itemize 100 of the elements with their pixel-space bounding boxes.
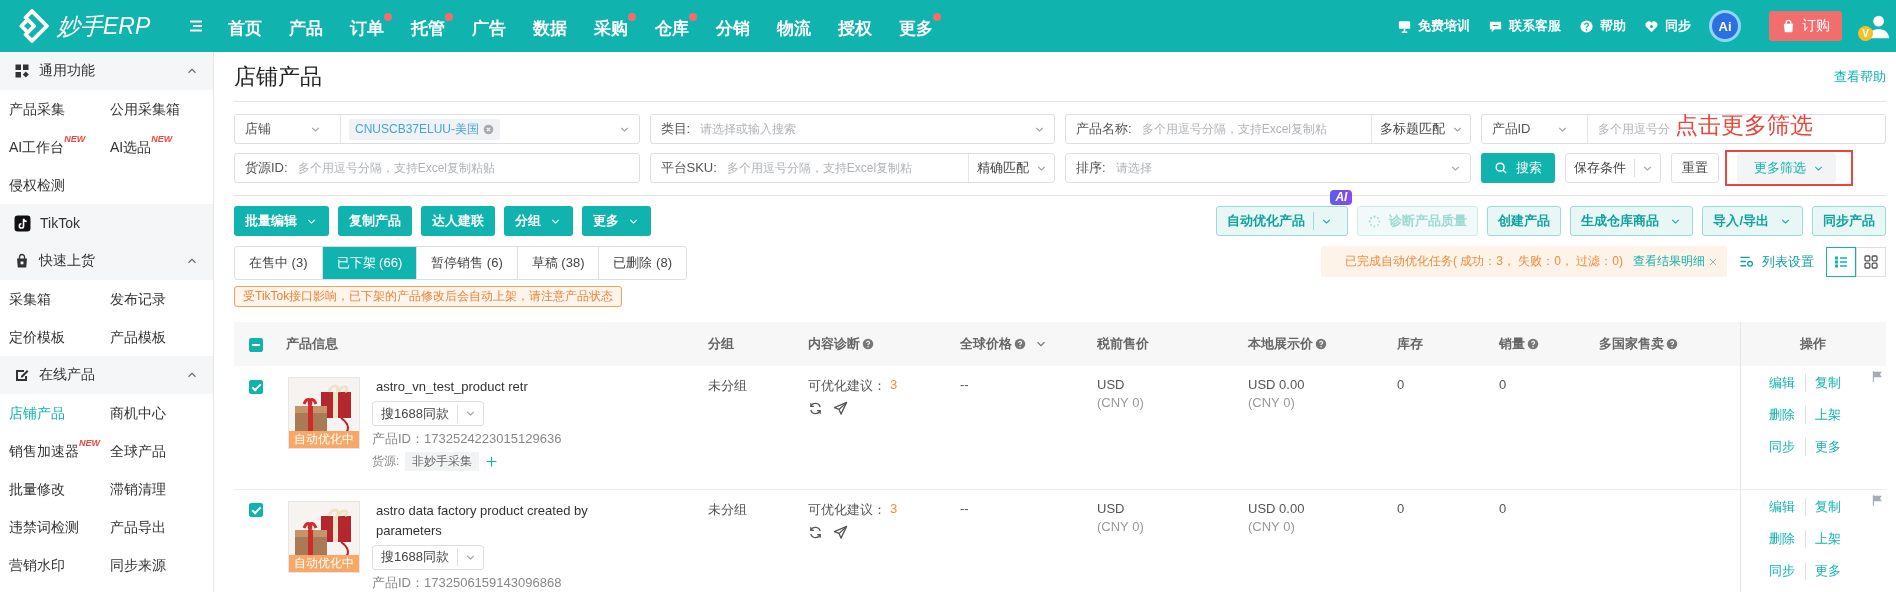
sidebar-item[interactable]: 发布记录 bbox=[110, 280, 213, 318]
nav-item[interactable]: 授权 bbox=[838, 12, 880, 40]
similar-search-button[interactable]: 搜1688同款 bbox=[372, 401, 484, 426]
filter-field[interactable]: 排序: 请选择 bbox=[1065, 153, 1471, 183]
sidebar-item[interactable]: 全球产品 bbox=[110, 432, 213, 470]
section-header[interactable]: 通用功能 bbox=[0, 52, 213, 90]
toolbar-button[interactable]: 生成仓库商品 bbox=[1570, 206, 1694, 236]
view-toggle[interactable] bbox=[1826, 246, 1856, 277]
action-link[interactable]: 删除 bbox=[1768, 406, 1795, 424]
reset-button[interactable]: 重置 bbox=[1670, 153, 1719, 183]
nav-item[interactable]: 分销 bbox=[716, 12, 758, 40]
match-select[interactable]: 精确匹配 bbox=[968, 154, 1054, 182]
match-select[interactable]: 多标题匹配 bbox=[1370, 115, 1470, 143]
toolbar-button[interactable]: 导入/导出 bbox=[1702, 206, 1803, 236]
filter-field[interactable]: 类目: 请选择或输入搜索 bbox=[649, 114, 1055, 144]
text-input[interactable]: 请选择或输入搜索 bbox=[698, 115, 1033, 143]
toolbar-link[interactable]: 免费培训 bbox=[1397, 17, 1470, 35]
field-select[interactable]: 店铺 bbox=[245, 115, 341, 143]
suggestion-count[interactable]: 3 bbox=[890, 500, 898, 519]
text-input[interactable]: 多个用逗号分隔，支持Excel复制粘 bbox=[724, 154, 968, 182]
sidebar-item[interactable]: 侵权检测 bbox=[9, 166, 110, 204]
toolbar-link[interactable]: 同步 bbox=[1644, 17, 1691, 35]
section-header[interactable]: 快速上货 bbox=[0, 242, 213, 280]
toolbar-button[interactable]: 分组 bbox=[504, 206, 573, 236]
filter-field[interactable]: 店铺 CNUSCB37ELUU-美国 bbox=[234, 114, 640, 144]
tab[interactable]: 已删除 (8) bbox=[598, 247, 686, 279]
sidebar-item[interactable]: 营销水印 bbox=[9, 546, 110, 584]
sidebar-item[interactable]: 采集箱 bbox=[9, 280, 110, 318]
nav-item[interactable]: 仓库 bbox=[655, 12, 697, 40]
nav-item[interactable]: 订单 bbox=[350, 12, 392, 40]
help-link[interactable]: 查看帮助 bbox=[1834, 67, 1886, 86]
sidebar-item[interactable]: 产品导出 bbox=[110, 508, 213, 546]
select-all-checkbox[interactable] bbox=[249, 337, 263, 352]
field-select[interactable]: 产品ID bbox=[1491, 115, 1588, 143]
nav-item[interactable]: 广告 bbox=[472, 12, 514, 40]
toolbar-button[interactable]: 创建产品 bbox=[1487, 206, 1562, 236]
save-button[interactable]: 保存条件 bbox=[1564, 153, 1661, 183]
filter-field[interactable]: 产品名称: 多个用逗号分隔，支持Excel复制粘 多标题匹配 bbox=[1065, 114, 1471, 144]
sidebar-item[interactable]: 店铺产品 bbox=[9, 394, 110, 432]
sidebar-item[interactable]: 产品模板 bbox=[110, 318, 213, 356]
toolbar-button[interactable]: 达人建联 bbox=[421, 206, 495, 236]
action-link[interactable]: 更多 bbox=[1805, 438, 1842, 456]
toolbar-button[interactable]: 同步产品 bbox=[1812, 206, 1886, 236]
sidebar-item[interactable]: 公用采集箱 bbox=[110, 90, 213, 128]
product-title[interactable]: astro_vn_test_product retr bbox=[372, 377, 528, 397]
filter-field[interactable]: 货源ID: 多个用逗号分隔，支持Excel复制粘贴 bbox=[234, 153, 640, 183]
action-link[interactable]: 删除 bbox=[1768, 529, 1795, 548]
tab[interactable]: 已下架 (66) bbox=[321, 247, 417, 279]
toolbar-link[interactable]: 联系客服 bbox=[1488, 17, 1561, 35]
sidebar-item[interactable]: 滞销清理 bbox=[110, 470, 213, 508]
sidebar-item[interactable]: 定价模板 bbox=[9, 318, 110, 356]
sidebar-item[interactable]: 产品采集 bbox=[9, 90, 110, 128]
sidebar-item[interactable]: AI选品$^{NEW}$ bbox=[110, 128, 213, 166]
action-link[interactable]: 同步 bbox=[1768, 561, 1795, 580]
action-link[interactable]: 上架 bbox=[1805, 406, 1842, 424]
nav-item[interactable]: 产品 bbox=[289, 12, 331, 40]
filter-field[interactable]: 平台SKU: 多个用逗号分隔，支持Excel复制粘 精确匹配 bbox=[649, 153, 1055, 183]
action-link[interactable]: 复制 bbox=[1805, 374, 1842, 392]
action-link[interactable]: 更多 bbox=[1805, 561, 1842, 580]
tab[interactable]: 草稿 (38) bbox=[516, 247, 599, 279]
text-input[interactable]: 多个用逗号分隔，支持Excel复制粘 bbox=[1139, 115, 1371, 143]
sidebar-item[interactable]: 销售加速器$^{NEW}$ bbox=[9, 432, 110, 470]
text-input[interactable]: 多个用逗号分隔，支持Excel复制粘贴 bbox=[295, 154, 639, 182]
sidebar-item[interactable]: 商机中心 bbox=[110, 394, 213, 432]
nav-item[interactable]: 托管 bbox=[411, 12, 453, 40]
section-header[interactable]: 在线产品 bbox=[0, 356, 213, 394]
store-tag[interactable]: CNUSCB37ELUU-美国 bbox=[349, 118, 501, 140]
suggestion-count[interactable]: 3 bbox=[890, 377, 898, 395]
sidebar-item[interactable]: 批量修改 bbox=[9, 470, 110, 508]
row-checkbox[interactable] bbox=[249, 503, 263, 518]
toolbar-link[interactable]: 帮助 bbox=[1579, 17, 1626, 35]
toolbar-button[interactable]: 批量编辑 bbox=[234, 206, 329, 236]
action-link[interactable]: 编辑 bbox=[1768, 497, 1795, 516]
list-settings-link[interactable]: 列表设置 bbox=[1739, 252, 1814, 271]
product-title[interactable]: astro data factory product created by parameters bbox=[372, 500, 627, 541]
action-link[interactable]: 复制 bbox=[1805, 497, 1842, 516]
similar-search-button[interactable]: 搜1688同款 bbox=[372, 544, 484, 570]
nav-item[interactable]: 物流 bbox=[777, 12, 819, 40]
nav-item[interactable]: 首页 bbox=[228, 12, 270, 40]
logo[interactable]: 妙手ERP bbox=[57, 10, 151, 42]
platform-header[interactable]: TikTok bbox=[0, 204, 213, 242]
result-link[interactable]: 查看结果明细 bbox=[1633, 253, 1705, 270]
nav-item[interactable]: 数据 bbox=[533, 12, 575, 40]
toolbar-button[interactable]: 更多 bbox=[582, 206, 651, 236]
row-checkbox[interactable] bbox=[249, 379, 263, 394]
tab[interactable]: 在售中 (3) bbox=[235, 247, 322, 279]
search-button[interactable]: 搜索 bbox=[1480, 153, 1555, 183]
text-input[interactable]: 请选择 bbox=[1113, 154, 1449, 182]
sidebar-item[interactable]: 违禁词检测 bbox=[9, 508, 110, 546]
action-link[interactable]: 同步 bbox=[1768, 438, 1795, 456]
toolbar-button[interactable]: 自动优化产品 bbox=[1216, 206, 1349, 236]
sidebar-item[interactable]: 同步来源 bbox=[110, 546, 213, 584]
action-link[interactable]: 编辑 bbox=[1768, 374, 1795, 392]
ai-button[interactable]: Ai bbox=[1709, 10, 1741, 42]
nav-item[interactable]: 更多 bbox=[899, 12, 941, 40]
nav-item[interactable]: 采购 bbox=[594, 12, 636, 40]
sidebar-item[interactable]: AI工作台$^{NEW}$ bbox=[9, 128, 110, 166]
toolbar-button[interactable]: 复制产品 bbox=[338, 206, 412, 236]
tab[interactable]: 暂停销售 (6) bbox=[416, 247, 517, 279]
order-button[interactable]: 订购 bbox=[1769, 11, 1842, 41]
